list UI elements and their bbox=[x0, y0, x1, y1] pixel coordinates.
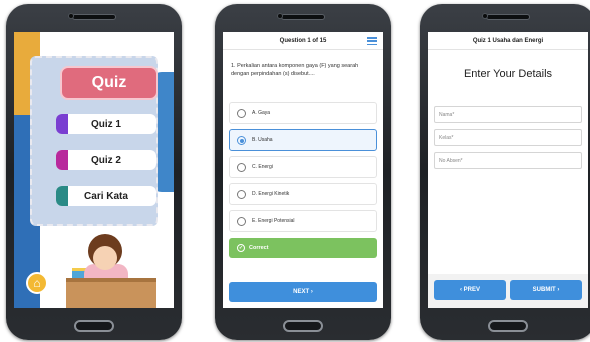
no-absen-field[interactable]: No Absen* bbox=[434, 152, 582, 169]
radio-icon bbox=[237, 163, 246, 172]
home-hardware-button[interactable] bbox=[283, 320, 323, 332]
nama-field[interactable]: Nama* bbox=[434, 106, 582, 123]
home-hardware-button[interactable] bbox=[488, 320, 528, 332]
home-hardware-button[interactable] bbox=[74, 320, 114, 332]
question-counter: Question 1 of 15 bbox=[279, 37, 327, 44]
details-header: Quiz 1 Usaha dan Energi bbox=[428, 32, 588, 50]
correct-banner: ✓ Correct bbox=[229, 238, 377, 258]
cari-kata-label: Cari Kata bbox=[84, 190, 128, 202]
option-c[interactable]: C. Energi bbox=[229, 156, 377, 178]
question-text: 1. Perkalian antara komponen gaya (F) ya… bbox=[231, 63, 359, 77]
details-footer: ‹ PREV SUBMIT › bbox=[428, 274, 588, 308]
prev-button[interactable]: ‹ PREV bbox=[434, 280, 506, 300]
option-label: D. Energi Kinetik bbox=[252, 191, 290, 197]
option-label: A. Gaya bbox=[252, 110, 271, 116]
phone-3: Quiz 1 Usaha dan Energi Enter Your Detai… bbox=[420, 4, 590, 340]
student-face bbox=[93, 246, 117, 270]
radio-icon bbox=[237, 190, 246, 199]
check-circle-icon: ✓ bbox=[237, 244, 245, 252]
desk-illustration bbox=[66, 278, 156, 308]
camera-icon bbox=[482, 13, 488, 19]
radio-icon bbox=[237, 109, 246, 118]
button-accent bbox=[56, 150, 68, 170]
quiz-2-label: Quiz 2 bbox=[90, 154, 121, 166]
camera-icon bbox=[68, 13, 74, 19]
quiz-2-button[interactable]: Quiz 2 bbox=[56, 150, 156, 170]
submit-button[interactable]: SUBMIT › bbox=[510, 280, 582, 300]
speaker bbox=[281, 14, 325, 20]
stage: Quiz Quiz 1 Quiz 2 Cari Kata ⌂ Question … bbox=[0, 0, 590, 342]
result-label: Correct bbox=[249, 245, 269, 251]
details-screen: Quiz 1 Usaha dan Energi Enter Your Detai… bbox=[428, 32, 588, 308]
menu-board: Quiz Quiz 1 Quiz 2 Cari Kata bbox=[30, 56, 158, 226]
speaker bbox=[72, 14, 116, 20]
option-b[interactable]: B. Usaha bbox=[229, 129, 377, 151]
cari-kata-button[interactable]: Cari Kata bbox=[56, 186, 156, 206]
quiz-title: Quiz bbox=[60, 66, 158, 100]
home-icon[interactable]: ⌂ bbox=[26, 272, 48, 294]
radio-selected-icon bbox=[237, 136, 246, 145]
phone-2: Question 1 of 15 1. Perkalian antara kom… bbox=[215, 4, 391, 340]
phone-1: Quiz Quiz 1 Quiz 2 Cari Kata ⌂ bbox=[6, 4, 182, 340]
next-button[interactable]: NEXT › bbox=[229, 282, 377, 302]
option-e[interactable]: E. Energi Potensial bbox=[229, 210, 377, 232]
option-d[interactable]: D. Energi Kinetik bbox=[229, 183, 377, 205]
option-label: B. Usaha bbox=[252, 137, 273, 143]
question-header: Question 1 of 15 bbox=[223, 32, 383, 50]
button-accent bbox=[56, 114, 68, 134]
quiz-1-button[interactable]: Quiz 1 bbox=[56, 114, 156, 134]
option-label: E. Energi Potensial bbox=[252, 218, 295, 224]
camera-icon bbox=[277, 13, 283, 19]
details-title: Enter Your Details bbox=[463, 68, 553, 80]
quiz-1-label: Quiz 1 bbox=[90, 118, 121, 130]
speaker bbox=[486, 14, 530, 20]
quiz-menu-screen: Quiz Quiz 1 Quiz 2 Cari Kata ⌂ bbox=[14, 32, 174, 308]
button-accent bbox=[56, 186, 68, 206]
option-a[interactable]: A. Gaya bbox=[229, 102, 377, 124]
kelas-field[interactable]: Kelas* bbox=[434, 129, 582, 146]
radio-icon bbox=[237, 217, 246, 226]
menu-icon[interactable] bbox=[367, 37, 377, 45]
option-label: C. Energi bbox=[252, 164, 273, 170]
question-screen: Question 1 of 15 1. Perkalian antara kom… bbox=[223, 32, 383, 308]
